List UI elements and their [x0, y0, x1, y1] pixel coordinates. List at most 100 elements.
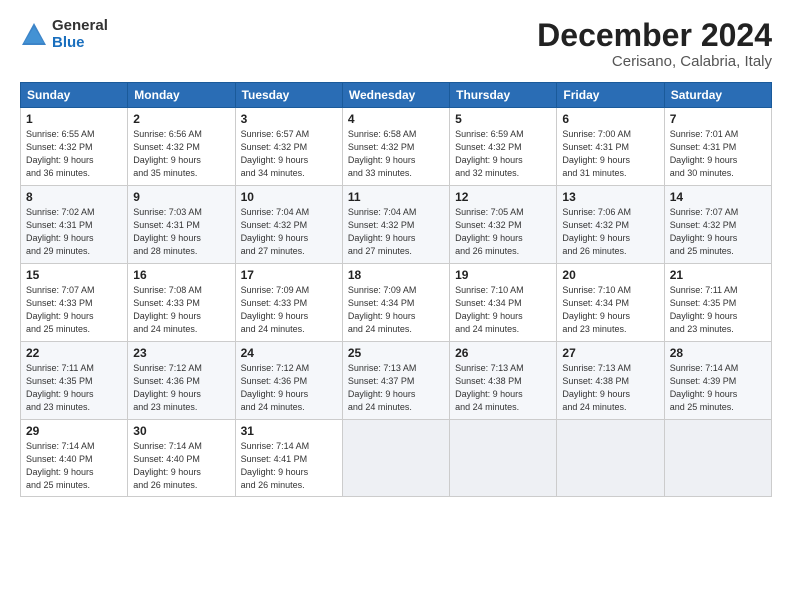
day-detail: Sunrise: 7:11 AMSunset: 4:35 PMDaylight:… [26, 362, 122, 414]
table-row: 18Sunrise: 7:09 AMSunset: 4:34 PMDayligh… [342, 264, 449, 342]
day-number: 23 [133, 346, 229, 360]
table-row: 21 Sunrise: 7:11 AMSunset: 4:35 PMDayligh… [664, 264, 771, 342]
table-row: 5 Sunrise: 6:59 AMSunset: 4:32 PMDaylight… [450, 108, 557, 186]
table-row: 20 Sunrise: 7:10 AMSunset: 4:34 PMDayligh… [557, 264, 664, 342]
day-number: 1 [26, 112, 122, 126]
table-row: 7 Sunrise: 7:01 AMSunset: 4:31 PMDaylight… [664, 108, 771, 186]
day-detail: Sunrise: 7:04 AMSunset: 4:32 PMDaylight:… [241, 206, 337, 258]
day-number: 20 [562, 268, 658, 282]
day-number: 4 [348, 112, 444, 126]
day-number: 26 [455, 346, 551, 360]
table-row: 4 Sunrise: 6:58 AMSunset: 4:32 PMDaylight… [342, 108, 449, 186]
table-row: 9 Sunrise: 7:03 AMSunset: 4:31 PMDaylight… [128, 186, 235, 264]
title-block: December 2024 Cerisano, Calabria, Italy [537, 18, 772, 70]
table-row: 17Sunrise: 7:09 AMSunset: 4:33 PMDayligh… [235, 264, 342, 342]
col-saturday: Saturday [664, 83, 771, 108]
col-wednesday: Wednesday [342, 83, 449, 108]
calendar-week-row: 8 Sunrise: 7:02 AMSunset: 4:31 PMDaylight… [21, 186, 772, 264]
table-row: 15 Sunrise: 7:07 AMSunset: 4:33 PMDayligh… [21, 264, 128, 342]
day-detail: Sunrise: 6:58 AMSunset: 4:32 PMDaylight:… [348, 128, 444, 180]
day-detail: Sunrise: 7:14 AMSunset: 4:41 PMDaylight:… [241, 440, 337, 492]
table-row [342, 420, 449, 497]
day-number: 31 [241, 424, 337, 438]
day-number: 27 [562, 346, 658, 360]
subtitle: Cerisano, Calabria, Italy [537, 53, 772, 70]
table-row: 19Sunrise: 7:10 AMSunset: 4:34 PMDayligh… [450, 264, 557, 342]
day-detail: Sunrise: 7:01 AMSunset: 4:31 PMDaylight:… [670, 128, 766, 180]
table-row: 1 Sunrise: 6:55 AMSunset: 4:32 PMDaylight… [21, 108, 128, 186]
calendar-table: Sunday Monday Tuesday Wednesday Thursday… [20, 82, 772, 497]
table-row [664, 420, 771, 497]
day-number: 12 [455, 190, 551, 204]
logo: General Blue [20, 18, 108, 51]
day-detail: Sunrise: 7:02 AMSunset: 4:31 PMDaylight:… [26, 206, 122, 258]
col-tuesday: Tuesday [235, 83, 342, 108]
main-title: December 2024 [537, 18, 772, 53]
table-row: 6 Sunrise: 7:00 AMSunset: 4:31 PMDaylight… [557, 108, 664, 186]
day-detail: Sunrise: 7:07 AMSunset: 4:33 PMDaylight:… [26, 284, 122, 336]
day-number: 13 [562, 190, 658, 204]
day-number: 24 [241, 346, 337, 360]
day-number: 11 [348, 190, 444, 204]
table-row [450, 420, 557, 497]
day-detail: Sunrise: 7:06 AMSunset: 4:32 PMDaylight:… [562, 206, 658, 258]
day-detail: Sunrise: 7:14 AMSunset: 4:40 PMDaylight:… [133, 440, 229, 492]
table-row [557, 420, 664, 497]
day-number: 16 [133, 268, 229, 282]
table-row: 14 Sunrise: 7:07 AMSunset: 4:32 PMDayligh… [664, 186, 771, 264]
col-friday: Friday [557, 83, 664, 108]
day-detail: Sunrise: 7:11 AMSunset: 4:35 PMDaylight:… [670, 284, 766, 336]
day-detail: Sunrise: 6:55 AMSunset: 4:32 PMDaylight:… [26, 128, 122, 180]
day-detail: Sunrise: 7:00 AMSunset: 4:31 PMDaylight:… [562, 128, 658, 180]
calendar-week-row: 1 Sunrise: 6:55 AMSunset: 4:32 PMDaylight… [21, 108, 772, 186]
day-number: 6 [562, 112, 658, 126]
table-row: 2Sunrise: 6:56 AMSunset: 4:32 PMDaylight… [128, 108, 235, 186]
day-detail: Sunrise: 7:12 AMSunset: 4:36 PMDaylight:… [241, 362, 337, 414]
day-detail: Sunrise: 7:13 AMSunset: 4:38 PMDaylight:… [562, 362, 658, 414]
page: General Blue December 2024 Cerisano, Cal… [0, 0, 792, 612]
day-number: 15 [26, 268, 122, 282]
day-number: 14 [670, 190, 766, 204]
table-row: 25 Sunrise: 7:13 AMSunset: 4:37 PMDayligh… [342, 342, 449, 420]
day-detail: Sunrise: 6:59 AMSunset: 4:32 PMDaylight:… [455, 128, 551, 180]
day-number: 25 [348, 346, 444, 360]
table-row: 3 Sunrise: 6:57 AMSunset: 4:32 PMDaylight… [235, 108, 342, 186]
col-sunday: Sunday [21, 83, 128, 108]
day-number: 8 [26, 190, 122, 204]
table-row: 30 Sunrise: 7:14 AMSunset: 4:40 PMDayligh… [128, 420, 235, 497]
table-row: 16Sunrise: 7:08 AMSunset: 4:33 PMDayligh… [128, 264, 235, 342]
logo-general: General [52, 18, 108, 35]
table-row: 27 Sunrise: 7:13 AMSunset: 4:38 PMDayligh… [557, 342, 664, 420]
logo-icon [20, 21, 48, 49]
day-number: 9 [133, 190, 229, 204]
table-row: 13 Sunrise: 7:06 AMSunset: 4:32 PMDayligh… [557, 186, 664, 264]
calendar-week-row: 29 Sunrise: 7:14 AMSunset: 4:40 PMDayligh… [21, 420, 772, 497]
calendar-week-row: 22Sunrise: 7:11 AMSunset: 4:35 PMDayligh… [21, 342, 772, 420]
day-detail: Sunrise: 7:07 AMSunset: 4:32 PMDaylight:… [670, 206, 766, 258]
day-number: 28 [670, 346, 766, 360]
day-detail: Sunrise: 6:57 AMSunset: 4:32 PMDaylight:… [241, 128, 337, 180]
day-number: 29 [26, 424, 122, 438]
table-row: 22Sunrise: 7:11 AMSunset: 4:35 PMDayligh… [21, 342, 128, 420]
day-detail: Sunrise: 7:09 AMSunset: 4:34 PMDaylight:… [348, 284, 444, 336]
day-detail: Sunrise: 7:13 AMSunset: 4:37 PMDaylight:… [348, 362, 444, 414]
table-row: 26Sunrise: 7:13 AMSunset: 4:38 PMDayligh… [450, 342, 557, 420]
table-row: 28Sunrise: 7:14 AMSunset: 4:39 PMDayligh… [664, 342, 771, 420]
day-number: 30 [133, 424, 229, 438]
day-detail: Sunrise: 7:10 AMSunset: 4:34 PMDaylight:… [455, 284, 551, 336]
day-detail: Sunrise: 7:03 AMSunset: 4:31 PMDaylight:… [133, 206, 229, 258]
day-number: 7 [670, 112, 766, 126]
calendar-header-row: Sunday Monday Tuesday Wednesday Thursday… [21, 83, 772, 108]
day-number: 5 [455, 112, 551, 126]
day-number: 21 [670, 268, 766, 282]
day-detail: Sunrise: 7:10 AMSunset: 4:34 PMDaylight:… [562, 284, 658, 336]
day-detail: Sunrise: 7:09 AMSunset: 4:33 PMDaylight:… [241, 284, 337, 336]
day-detail: Sunrise: 7:05 AMSunset: 4:32 PMDaylight:… [455, 206, 551, 258]
day-number: 3 [241, 112, 337, 126]
day-detail: Sunrise: 7:04 AMSunset: 4:32 PMDaylight:… [348, 206, 444, 258]
col-thursday: Thursday [450, 83, 557, 108]
calendar-week-row: 15 Sunrise: 7:07 AMSunset: 4:33 PMDayligh… [21, 264, 772, 342]
day-detail: Sunrise: 7:14 AMSunset: 4:40 PMDaylight:… [26, 440, 122, 492]
table-row: 11 Sunrise: 7:04 AMSunset: 4:32 PMDayligh… [342, 186, 449, 264]
table-row: 24 Sunrise: 7:12 AMSunset: 4:36 PMDayligh… [235, 342, 342, 420]
